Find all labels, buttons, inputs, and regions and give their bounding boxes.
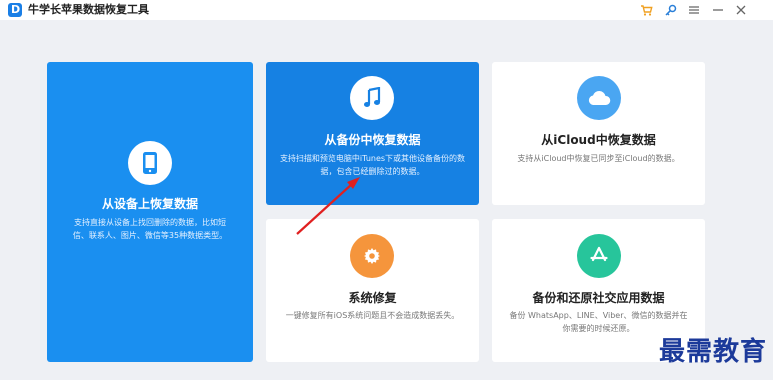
card-title: 从iCloud中恢复数据 — [541, 133, 656, 147]
minimize-icon[interactable] — [709, 1, 727, 19]
card-description: 支持从iCloud中恢复已同步至iCloud的数据。 — [517, 154, 680, 163]
card-title: 从设备上恢复数据 — [101, 197, 198, 211]
card-description: 支持直接从设备上找回删除的数据，比如短信、联系人、图片、微信等35种数据类型。 — [72, 218, 228, 240]
phone-icon — [128, 141, 172, 185]
app-store-icon — [577, 234, 621, 278]
menu-icon[interactable] — [685, 1, 703, 19]
app-title: 牛学长苹果数据恢复工具 — [28, 3, 149, 16]
app-logo-icon: D — [8, 3, 22, 17]
music-note-icon — [350, 76, 394, 120]
card-title: 备份和还原社交应用数据 — [532, 291, 665, 305]
cart-icon[interactable] — [637, 1, 655, 19]
card-description: 一键修复所有iOS系统问题且不会造成数据丢失。 — [285, 311, 460, 320]
cloud-icon — [577, 76, 621, 120]
card-title: 从备份中恢复数据 — [324, 133, 421, 147]
recover-from-device-card[interactable]: 从设备上恢复数据 支持直接从设备上找回删除的数据，比如短信、联系人、图片、微信等… — [47, 62, 253, 362]
title-bar: D 牛学长苹果数据恢复工具 — [0, 0, 773, 20]
recover-from-icloud-card[interactable]: 从iCloud中恢复数据 支持从iCloud中恢复已同步至iCloud的数据。 — [492, 62, 705, 205]
watermark: 最需教育 — [658, 337, 767, 367]
gear-icon — [350, 234, 394, 278]
card-description: 支持扫描和预览电脑中iTunes下或其他设备备份的数据，包含已经删除过的数据。 — [279, 154, 466, 176]
key-icon[interactable] — [661, 1, 679, 19]
card-title: 系统修复 — [348, 291, 397, 305]
close-icon[interactable] — [732, 1, 750, 19]
system-repair-card[interactable]: 系统修复 一键修复所有iOS系统问题且不会造成数据丢失。 — [266, 219, 479, 362]
recover-from-backup-card[interactable]: 从备份中恢复数据 支持扫描和预览电脑中iTunes下或其他设备备份的数据，包含已… — [266, 62, 479, 205]
